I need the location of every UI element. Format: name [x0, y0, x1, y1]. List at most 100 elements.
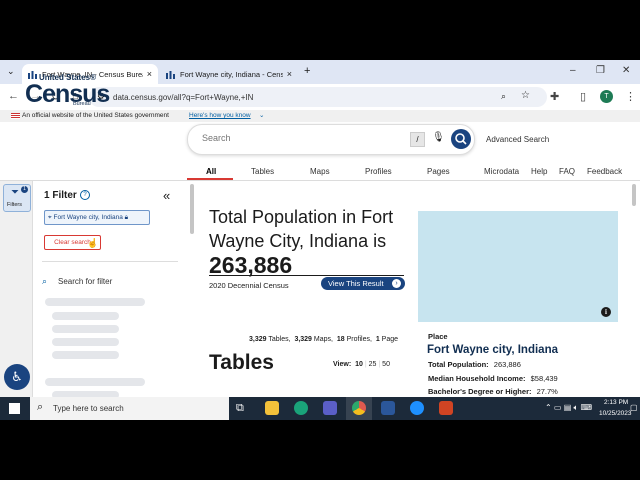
- stat-label: Median Household Income:: [428, 374, 526, 383]
- tab-all[interactable]: All: [206, 167, 216, 176]
- loading-placeholder: [52, 312, 119, 320]
- location-map[interactable]: [418, 211, 618, 322]
- taskbar-search[interactable]: ⌕ Type here to search: [30, 397, 229, 420]
- menu-icon[interactable]: ⋮: [625, 90, 636, 103]
- active-tab-indicator: [187, 178, 233, 180]
- stat-row: Bachelor's Degree or Higher: 27.7%: [428, 387, 558, 396]
- filters-rail-label: Filters: [7, 202, 22, 208]
- close-tab-icon[interactable]: ×: [147, 69, 152, 79]
- tab-maps[interactable]: Maps: [310, 167, 330, 176]
- side-panel-icon[interactable]: ▯: [580, 90, 586, 103]
- place-name[interactable]: Fort Wayne city, Indiana: [427, 344, 558, 356]
- mouse-cursor-icon: ☝: [87, 238, 99, 248]
- pages-count-label: Page: [381, 336, 399, 343]
- stat-row: Total Population: 263,886: [428, 360, 521, 369]
- view-option-25[interactable]: 25: [369, 361, 377, 368]
- tab-title: Fort Wayne city, Indiana - Census: [180, 69, 283, 79]
- filter-divider: [42, 261, 178, 262]
- stat-value: 27.7%: [536, 387, 558, 396]
- tab-faq[interactable]: FAQ: [559, 167, 575, 176]
- zoom-search-icon[interactable]: ⌕: [501, 91, 506, 102]
- heres-how-link[interactable]: Here's how you know: [189, 110, 251, 122]
- view-option-10[interactable]: 10: [355, 361, 363, 368]
- active-filter-chip[interactable]: ⌖ Fort Wayne city, Indiana 🔒︎: [44, 210, 150, 225]
- chart-favicon-icon: [166, 70, 175, 79]
- info-icon[interactable]: i: [601, 307, 611, 317]
- stat-label: Total Population:: [428, 360, 489, 369]
- accessibility-button[interactable]: ♿︎: [4, 364, 30, 390]
- task-view-icon[interactable]: ⧉: [236, 402, 244, 415]
- loading-placeholder: [45, 298, 145, 306]
- headline-underline: [209, 275, 404, 276]
- new-tab-button[interactable]: +: [304, 65, 310, 77]
- search-icon: ⌕: [37, 401, 44, 413]
- address-bar[interactable]: ⚙ data.census.gov/all?q=Fort+Wayne,+IN ⌕…: [89, 87, 547, 107]
- gov-banner: An official website of the United States…: [0, 110, 640, 122]
- page-scrollbar[interactable]: [632, 184, 636, 206]
- advanced-search-link[interactable]: Advanced Search: [486, 135, 549, 144]
- stat-value: 263,886: [493, 360, 521, 369]
- filter-funnel-icon: ⏷: [11, 187, 19, 198]
- headline-text: Total Population in Fort Wayne City, Ind…: [209, 207, 394, 251]
- profiles-count: 18: [336, 336, 345, 343]
- tab-profiles[interactable]: Profiles: [365, 167, 392, 176]
- view-this-result-button[interactable]: View This Result ›: [321, 277, 405, 290]
- location-pin-icon: ⌖: [48, 214, 52, 221]
- help-icon[interactable]: ?: [80, 190, 90, 200]
- tab-pages[interactable]: Pages: [427, 167, 450, 176]
- tables-count: 3,329: [249, 336, 267, 343]
- logo-bottom-text: Bureau: [73, 101, 91, 107]
- census-logo[interactable]: Census: [25, 80, 110, 109]
- chart-favicon-icon: [28, 70, 37, 79]
- windows-start-icon[interactable]: [9, 403, 20, 414]
- close-tab-icon[interactable]: ×: [287, 69, 292, 79]
- loading-placeholder: [52, 338, 119, 346]
- filters-rail-button[interactable]: ⏷ 1 Filters: [3, 184, 31, 212]
- filter-scrollbar[interactable]: [190, 184, 194, 234]
- population-headline: Total Population in Fort Wayne City, Ind…: [209, 205, 409, 279]
- powerpoint-icon[interactable]: [439, 401, 453, 415]
- tab-microdata[interactable]: Microdata: [484, 167, 519, 176]
- word-icon[interactable]: [381, 401, 395, 415]
- view-option-50[interactable]: 50: [382, 361, 390, 368]
- tray-icons[interactable]: ⌃ ▭ ▤ 🔈︎ ⌨: [545, 403, 592, 413]
- view-result-label: View This Result: [328, 279, 384, 288]
- stat-value: $58,439: [530, 374, 558, 383]
- tab-fort-wayne-city[interactable]: Fort Wayne city, Indiana - Census ×: [160, 64, 298, 84]
- restore-icon[interactable]: ❐: [596, 65, 605, 76]
- tables-heading: Tables: [209, 351, 274, 374]
- search-filter-input[interactable]: Search for filter: [58, 277, 112, 286]
- accessibility-icon: ♿︎: [11, 369, 23, 384]
- edge-icon[interactable]: [294, 401, 308, 415]
- close-window-icon[interactable]: ✕: [622, 65, 630, 76]
- site-search-box: / 🎙︎: [187, 124, 475, 155]
- pages-count: 1: [375, 336, 380, 343]
- tab-help[interactable]: Help: [531, 167, 547, 176]
- collapse-panel-icon[interactable]: «: [163, 188, 170, 203]
- search-button[interactable]: [451, 129, 471, 149]
- file-explorer-icon[interactable]: [265, 401, 279, 415]
- minimize-icon[interactable]: –: [570, 65, 576, 76]
- tab-feedback[interactable]: Feedback: [587, 167, 622, 176]
- search-input[interactable]: [200, 132, 384, 144]
- extensions-icon[interactable]: ✚: [550, 90, 559, 103]
- back-icon[interactable]: ←: [8, 90, 19, 102]
- maps-count: 3,329: [294, 336, 312, 343]
- tab-search-icon[interactable]: ⌄: [7, 66, 15, 77]
- search-icon: [455, 133, 467, 145]
- tables-count-label: Tables,: [268, 336, 291, 343]
- notification-icon[interactable]: ▢: [630, 403, 638, 412]
- clock-time[interactable]: 2:13 PM: [604, 399, 628, 406]
- profile-avatar[interactable]: T: [600, 90, 613, 103]
- tab-tables[interactable]: Tables: [251, 167, 274, 176]
- chevron-down-icon[interactable]: ⌄: [259, 110, 264, 122]
- ie-icon[interactable]: [410, 401, 424, 415]
- microphone-icon[interactable]: 🎙︎: [432, 132, 445, 143]
- clock-date[interactable]: 10/25/2023: [599, 410, 632, 417]
- chrome-active-indicator: [346, 397, 372, 420]
- bookmark-star-icon[interactable]: ☆: [521, 90, 530, 101]
- teams-icon[interactable]: [323, 401, 337, 415]
- result-tabs: All Tables Maps Profiles Pages Microdata…: [0, 162, 640, 181]
- result-counts: 3,329 Tables, 3,329 Maps, 18 Profiles, 1…: [249, 336, 398, 343]
- data-source: 2020 Decennial Census: [209, 281, 289, 290]
